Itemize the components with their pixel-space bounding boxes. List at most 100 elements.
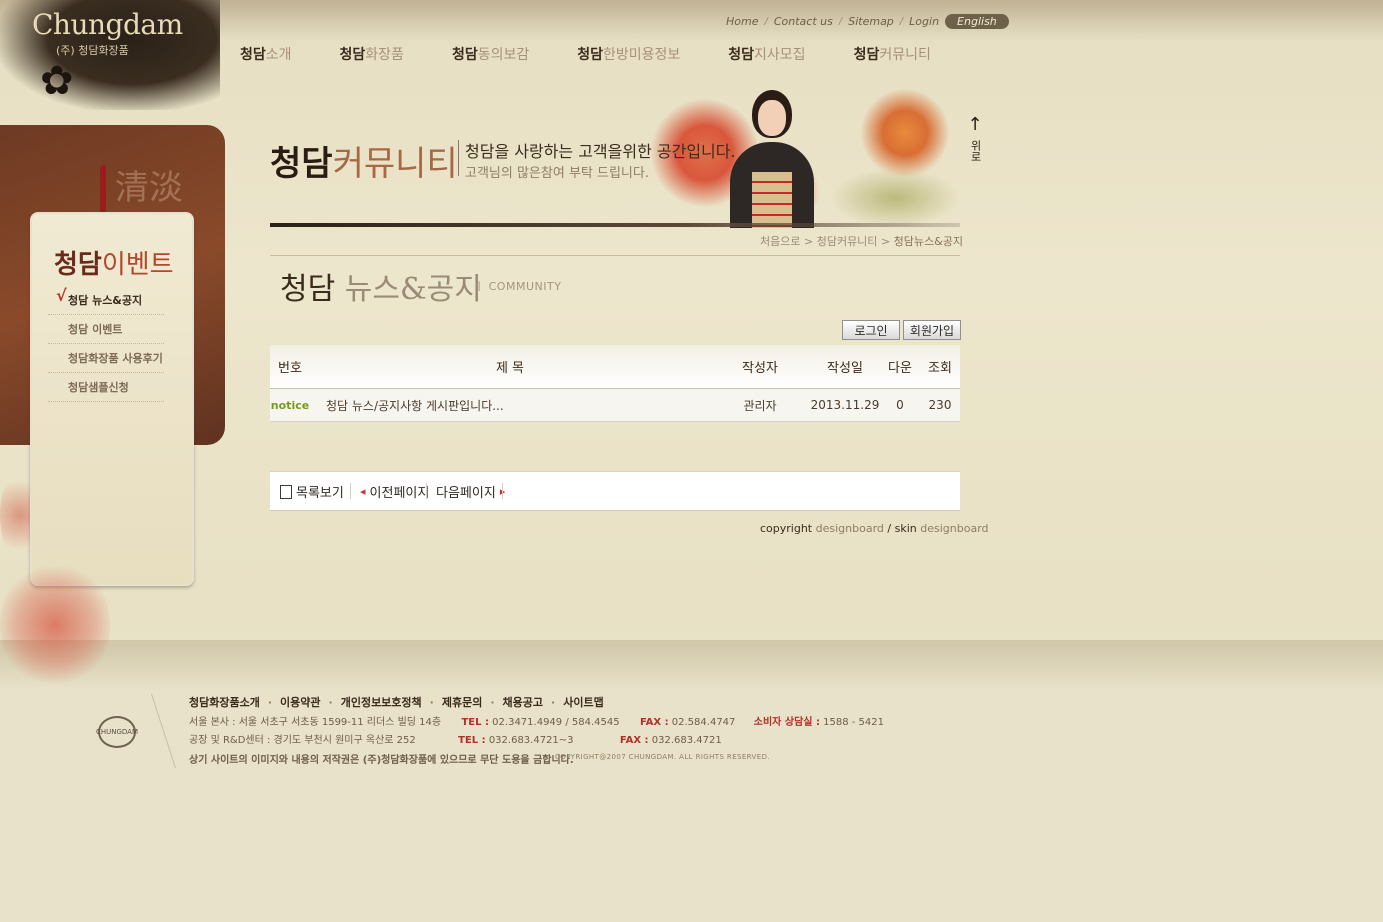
gnb-item-main: 청담: [339, 47, 366, 63]
footer-link-separator: ·: [267, 695, 273, 709]
footer-link-privacy[interactable]: 개인정보보호정책: [341, 694, 422, 710]
sidebar-menu: √ 청담 뉴스&공지 청담 이벤트 청담화장품 사용후기 청담샘플신청: [48, 286, 164, 402]
header-title: 제 목: [495, 361, 525, 376]
gnb-item-about[interactable]: 청담소개: [240, 44, 292, 64]
scroll-top-button[interactable]: ↑ 위로: [966, 114, 984, 163]
login-button[interactable]: 로그인: [842, 320, 900, 340]
footer-link-sitemap[interactable]: 사이트맵: [563, 694, 603, 710]
header-views: 조회: [928, 361, 952, 376]
footer-hq-tel: 02.3471.4949 / 584.4545: [492, 717, 620, 728]
gnb-item-main: 청담: [728, 47, 755, 63]
gift-box-stack: [752, 172, 792, 228]
list-view-button[interactable]: 목록보기: [280, 482, 344, 501]
gnb-item-cosmetics[interactable]: 청담화장품: [340, 44, 404, 64]
gnb-item-sub: 화장품: [365, 47, 404, 63]
row-date: 2013.11.29: [810, 398, 880, 412]
util-home-link[interactable]: Home: [726, 15, 758, 28]
page-title: 청담 뉴스&공지: [280, 264, 482, 308]
footer-link-terms[interactable]: 이용약관: [280, 694, 320, 710]
util-contact-link[interactable]: Contact us: [774, 15, 833, 28]
sidebar-title-main: 청담: [54, 250, 102, 280]
gnb-item-branch[interactable]: 청담지사모집: [728, 44, 805, 64]
community-banner: 청담커뮤니티 청담을 사랑하는 고객을위한 공간입니다. 고객님의 많은참여 부…: [270, 78, 960, 228]
footer-hq-fax: 02.584.4747: [671, 717, 736, 728]
breadcrumb-separator: >: [803, 235, 814, 248]
banner-leaf-decoration: [830, 168, 960, 228]
footer-link-partnership[interactable]: 제휴문의: [442, 694, 482, 710]
breadcrumb: 처음으로 > 청담커뮤니티 > 청담뉴스&공지: [760, 233, 963, 249]
sidebar-item-event[interactable]: 청담 이벤트: [48, 315, 164, 344]
model-face: [758, 100, 786, 136]
row-title-link[interactable]: 청담 뉴스/공지사항 게시판입니다...: [310, 389, 726, 421]
footer-hq-tel-label: TEL :: [461, 717, 489, 728]
footer-links: 청담화장품소개 · 이용약관 · 개인정보보호정책 · 제휴문의 · 채용공고 …: [189, 694, 604, 710]
banner-title-sub: 커뮤니티: [332, 144, 458, 184]
arrow-left-icon: ◂: [360, 485, 366, 498]
footer-link-separator: ·: [328, 695, 333, 709]
gnb-item-sub: 소개: [265, 47, 292, 63]
gnb-item-sub: 한방미용정보: [603, 47, 681, 63]
sidebar-item-review[interactable]: 청담화장품 사용후기: [48, 344, 164, 373]
join-button[interactable]: 회원가입: [903, 320, 961, 340]
gnb-item-beauty-info[interactable]: 청담한방미용정보: [577, 44, 680, 64]
footer-link-careers[interactable]: 채용공고: [503, 694, 543, 710]
util-separator: /: [764, 16, 768, 27]
banner-ink-baseline: [270, 223, 960, 227]
nav-separator: [426, 483, 427, 499]
page-title-main: 청담: [280, 272, 336, 307]
copyright-slash: /: [887, 522, 892, 535]
flower-decoration: [0, 560, 110, 690]
copyright-owner[interactable]: designboard: [816, 522, 884, 535]
util-login-link[interactable]: Login: [909, 15, 939, 28]
page-title-english: ㅣ COMMUNITY: [474, 280, 562, 293]
copyright-label: copyright: [760, 522, 813, 535]
next-page-button[interactable]: 다음페이지 ▸: [436, 482, 505, 501]
row-notice-badge: notice: [270, 398, 310, 412]
gnb-item-community[interactable]: 청담커뮤니티: [854, 44, 931, 64]
banner-slogan-line2: 고객님의 많은참여 부탁 드립니다.: [465, 166, 649, 181]
gnb-item-sub: 지사모집: [754, 47, 806, 63]
breadcrumb-divider: [270, 255, 960, 256]
header-writer: 작성자: [742, 361, 778, 376]
board-table: 번호 제 목 작성자 작성일 다운 조회 notice 청담 뉴스/공지사항 게…: [270, 345, 960, 422]
banner-divider: [458, 140, 459, 176]
breadcrumb-section[interactable]: 청담커뮤니티: [817, 235, 878, 248]
sidebar-title: 청담이벤트: [54, 244, 174, 281]
table-row[interactable]: notice 청담 뉴스/공지사항 게시판입니다... 관리자 2013.11.…: [270, 389, 960, 422]
prev-page-button[interactable]: ◂ 이전페이지: [360, 482, 429, 501]
util-separator: /: [899, 16, 904, 27]
sidebar-item-news[interactable]: √ 청담 뉴스&공지: [48, 286, 164, 315]
footer-hq-fax-label: FAX :: [639, 717, 669, 728]
header-no: 번호: [278, 361, 302, 376]
nav-separator: [350, 483, 351, 499]
util-english-button[interactable]: English: [945, 14, 1009, 29]
footer-factory-info: 공장 및 R&D센터 : 경기도 부천시 원미구 옥산로 252 TEL : 0…: [189, 731, 722, 746]
skin-label: skin: [894, 522, 917, 535]
gnb-item-donguibogam[interactable]: 청담동의보감: [452, 44, 529, 64]
gnb-item-main: 청담: [577, 47, 603, 63]
sidebar-item-label: 청담 뉴스&공지: [68, 294, 143, 307]
row-download-count: 0: [896, 398, 904, 412]
list-view-label: 목록보기: [296, 486, 344, 501]
nav-separator: [502, 483, 503, 499]
util-sitemap-link[interactable]: Sitemap: [848, 15, 894, 28]
logo-brand[interactable]: Chungdam: [32, 8, 183, 41]
scroll-top-label: 위로: [969, 140, 982, 162]
gnb-item-sub: 커뮤니티: [879, 47, 931, 63]
sidebar-item-sample[interactable]: 청담샘플신청: [48, 373, 164, 402]
footer-factory-address: 공장 및 R&D센터 : 경기도 부천시 원미구 옥산로 252: [189, 735, 416, 746]
logo-sub: (주) 청담화장품: [56, 44, 129, 57]
prev-page-label: 이전페이지: [369, 486, 430, 501]
list-icon: [280, 484, 292, 499]
breadcrumb-home[interactable]: 처음으로: [760, 235, 800, 248]
board-nav-bar: 목록보기 ◂ 이전페이지 다음페이지 ▸: [270, 471, 960, 511]
skin-owner[interactable]: designboard: [920, 522, 988, 535]
footer-link-about[interactable]: 청담화장품소개: [189, 694, 260, 710]
footer-copyright: COPYRIGHT@2007 CHUNGDAM. ALL RIGHTS RESE…: [555, 753, 770, 761]
row-view-count: 230: [928, 398, 952, 412]
arrow-up-icon: ↑: [967, 114, 983, 135]
header-date: 작성일: [827, 361, 863, 376]
board-copyright: copyright designboard / skin designboard: [760, 522, 989, 535]
gnb-item-main: 청담: [240, 47, 266, 63]
breadcrumb-separator: >: [880, 235, 891, 248]
